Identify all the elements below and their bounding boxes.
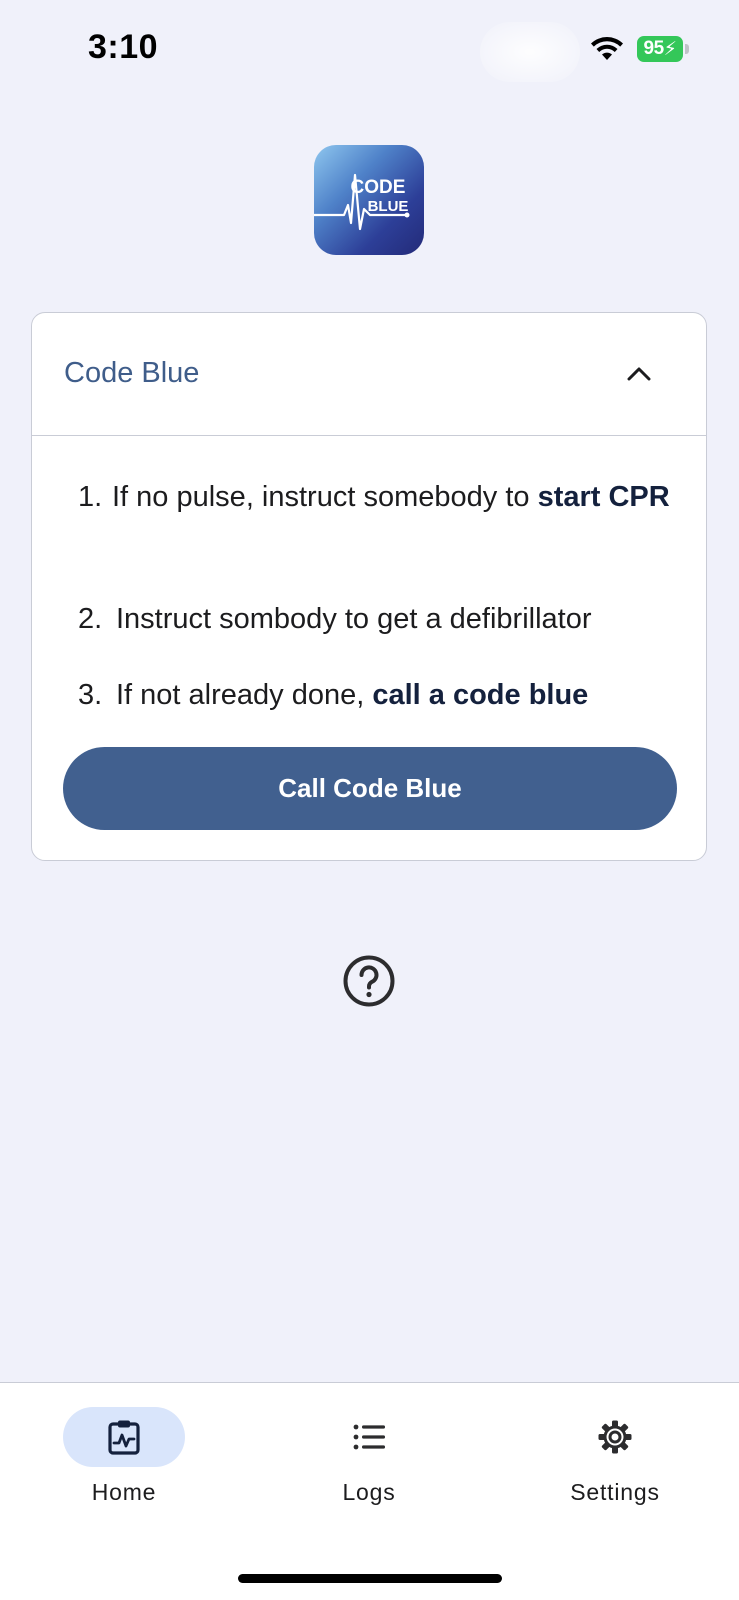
step-item: 1. If no pulse, instruct somebody to sta… — [78, 474, 678, 520]
step-text: If no pulse, instruct somebody to start … — [112, 474, 678, 520]
step-text-bold: start CPR — [537, 481, 670, 513]
logo-line2: BLUE — [368, 198, 409, 215]
list-icon — [353, 1424, 385, 1450]
wifi-icon — [591, 37, 623, 60]
status-blur — [480, 22, 580, 82]
battery-level-text: 95 — [643, 38, 665, 59]
step-number: 3. — [78, 679, 103, 711]
step-text-plain: If not already done, — [116, 679, 373, 711]
step-text: Instruct sombody to get a defibrillator — [116, 603, 592, 635]
step-text-plain: If no pulse, instruct somebody to — [112, 481, 538, 513]
heartbeat-logo-icon: CODE BLUE — [314, 173, 410, 231]
tab-label: Home — [91, 1479, 157, 1505]
step-number: 1. — [78, 481, 103, 513]
call-code-blue-button[interactable]: Call Code Blue — [63, 747, 677, 830]
help-icon[interactable] — [342, 954, 396, 1008]
chevron-up-icon[interactable] — [624, 359, 654, 389]
tab-bar: Home Logs Settings — [0, 1382, 739, 1600]
tab-settings[interactable]: Settings — [537, 1383, 697, 1523]
step-number: 2. — [78, 603, 103, 635]
step-item: 2. Instruct sombody to get a defibrillat… — [78, 596, 678, 642]
logo-line1: CODE — [351, 177, 406, 198]
step-text: If not already done, call a code blue — [116, 672, 678, 718]
home-indicator[interactable] — [238, 1574, 502, 1583]
status-time: 3:10 — [88, 28, 159, 66]
tab-logs[interactable]: Logs — [291, 1383, 451, 1523]
tab-label: Logs — [342, 1479, 396, 1505]
app-logo: CODE BLUE — [314, 145, 424, 255]
step-item: 3. If not already done, call a code blue — [78, 672, 678, 718]
battery-indicator: 95 ⚡ — [637, 36, 689, 62]
battery-level: 95 ⚡ — [637, 36, 683, 62]
code-blue-card: Code Blue 1. If no pulse, instruct someb… — [31, 312, 707, 861]
battery-cap — [685, 44, 689, 54]
clipboard-pulse-icon — [108, 1420, 140, 1455]
step-text-bold: call a code blue — [372, 679, 589, 711]
card-header[interactable]: Code Blue — [32, 313, 706, 436]
gear-icon — [598, 1420, 632, 1454]
card-title: Code Blue — [64, 357, 200, 389]
tab-home[interactable]: Home — [46, 1383, 206, 1523]
status-bar: 3:10 95 ⚡ — [0, 0, 739, 100]
tab-label: Settings — [570, 1479, 660, 1505]
charging-bolt-icon: ⚡ — [663, 38, 677, 60]
